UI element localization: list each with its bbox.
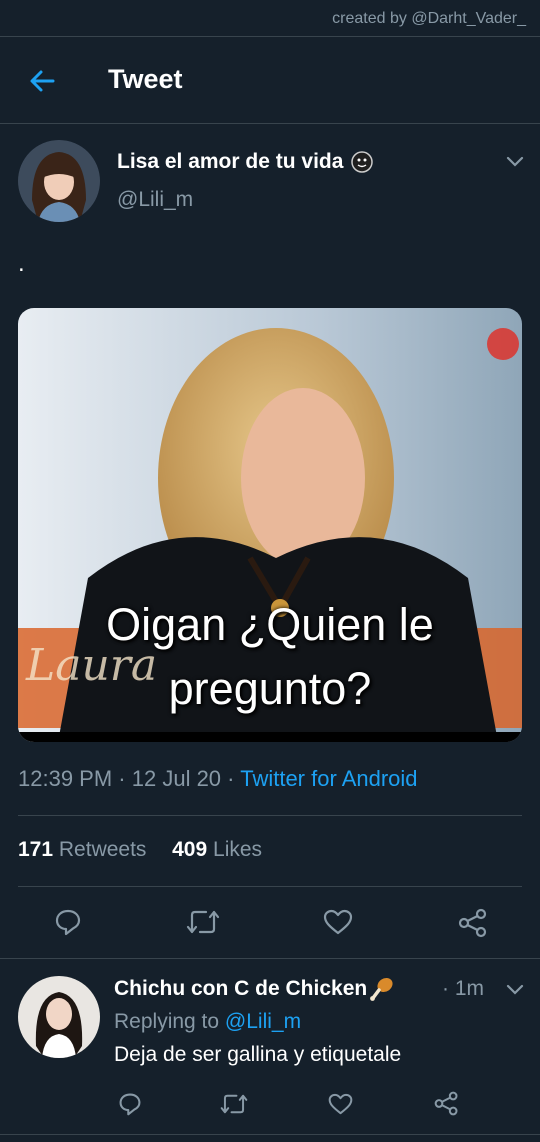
- divider: [0, 958, 540, 959]
- watermark: created by @Darht_Vader_: [332, 10, 526, 27]
- tweet-source-link[interactable]: Twitter for Android: [240, 766, 417, 791]
- ghost-emoji-icon: [351, 151, 374, 173]
- poultry-leg-icon: [370, 977, 393, 1001]
- reply-time: · 1m: [442, 977, 485, 1000]
- author-handle[interactable]: @Lili_m: [117, 188, 193, 212]
- tweet-stats: 171 Retweets 409 Likes: [18, 838, 262, 862]
- tweet-text: .: [18, 250, 25, 277]
- tweet-media-image[interactable]: Laura Oigan ¿Quien le pregunto?: [18, 308, 522, 742]
- retweets-stat[interactable]: 171 Retweets: [18, 838, 146, 861]
- chevron-down-icon[interactable]: [506, 984, 524, 996]
- replying-to-line: Replying to @Lili_m: [114, 1010, 301, 1034]
- reply-author-name-text: Chichu con C de Chicken: [114, 977, 368, 1000]
- likes-stat[interactable]: 409 Likes: [172, 838, 262, 861]
- reply-author-avatar[interactable]: [18, 976, 100, 1058]
- page-title: Tweet: [108, 64, 183, 94]
- meta-separator: ·: [118, 766, 132, 791]
- reply-icon[interactable]: [118, 1092, 142, 1116]
- replying-to-mention-link[interactable]: @Lili_m: [225, 1010, 301, 1033]
- divider: [18, 815, 522, 816]
- tweet-date: 12 Jul 20: [131, 766, 222, 791]
- divider: [0, 1134, 540, 1135]
- divider: [18, 886, 522, 887]
- author-name[interactable]: Lisa el amor de tu vida: [117, 150, 374, 174]
- tweet-time: 12:39 PM: [18, 766, 113, 791]
- meta-separator: ·: [227, 766, 241, 791]
- reply-text: Deja de ser gallina y etiquetale: [114, 1043, 402, 1066]
- like-icon[interactable]: [328, 1092, 353, 1116]
- author-avatar[interactable]: [18, 140, 100, 222]
- retweet-icon[interactable]: [220, 1092, 248, 1116]
- reply-icon[interactable]: [54, 908, 82, 936]
- back-arrow-icon[interactable]: [28, 67, 56, 95]
- share-icon[interactable]: [458, 908, 488, 938]
- retweet-icon[interactable]: [186, 908, 220, 936]
- tweet-timestamp: 12:39 PM · 12 Jul 20 · Twitter for Andro…: [18, 766, 418, 792]
- like-icon[interactable]: [323, 908, 353, 936]
- top-bar: Tweet: [0, 36, 540, 124]
- share-icon[interactable]: [434, 1091, 459, 1116]
- chevron-down-icon[interactable]: [506, 156, 524, 168]
- author-name-text: Lisa el amor de tu vida: [117, 150, 344, 173]
- media-caption-line2: pregunto?: [168, 663, 372, 714]
- replying-to-label: Replying to: [114, 1010, 220, 1033]
- reply-author-name[interactable]: Chichu con C de Chicken: [114, 976, 395, 1002]
- media-caption-line1: Oigan ¿Quien le: [106, 599, 434, 650]
